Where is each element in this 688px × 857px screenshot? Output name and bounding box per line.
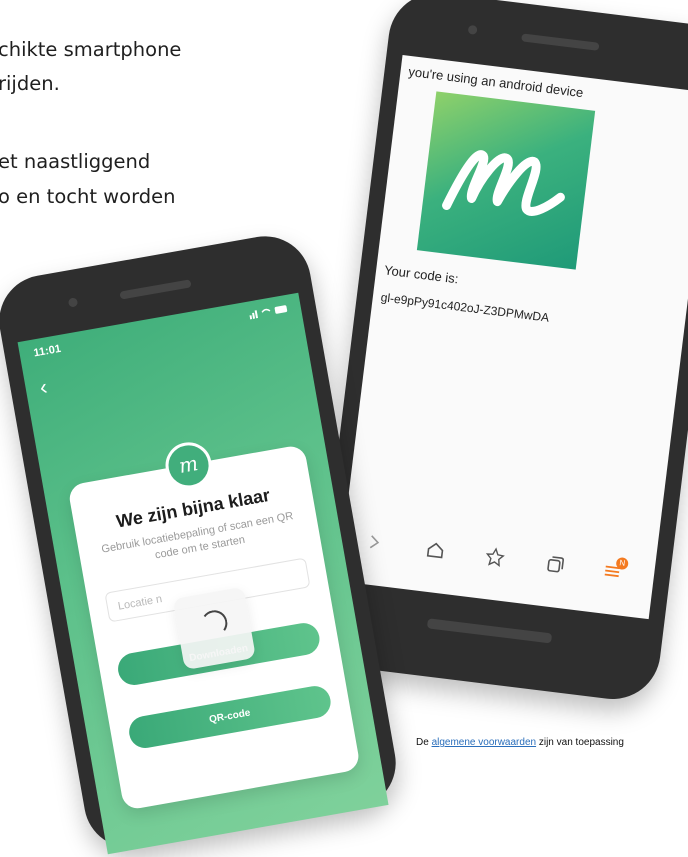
tabs-icon[interactable] [542, 552, 567, 577]
terms-link[interactable]: algemene voorwaarden [432, 737, 537, 748]
home-icon[interactable] [423, 537, 448, 562]
signal-wifi-battery-icon [249, 305, 288, 320]
chevron-right-icon[interactable] [362, 530, 387, 555]
ios-screen: 11:01 ‹ m We zijn bijna klaar Gebruik lo… [17, 292, 389, 855]
start-card: m We zijn bijna klaar Gebruik locatiebep… [67, 438, 361, 811]
browser-nav-bar: N [341, 519, 657, 597]
spinner-icon [199, 608, 230, 639]
intro-line-1: chikte smartphone [0, 38, 182, 61]
qr-code-button[interactable]: QR-code [126, 683, 334, 751]
code-value: gl-e9pPy91c402oJ-Z3DPMwDA [380, 290, 550, 325]
intro-text: chikte smartphone rijden. et naastliggen… [0, 0, 360, 240]
back-chevron-icon[interactable]: ‹ [38, 374, 50, 401]
terms-suffix: zijn van toepassing [536, 737, 624, 748]
m-logo-icon [442, 150, 565, 216]
code-label: Your code is: [383, 262, 460, 287]
m-logo-icon: m [161, 438, 216, 493]
iphone: 11:01 ‹ m We zijn bijna klaar Gebruik lo… [0, 229, 403, 855]
notification-badge: N [615, 556, 629, 571]
android-phone: you're using an android device Your code… [311, 0, 688, 705]
terms-prefix: De [416, 737, 432, 748]
loading-overlay [172, 586, 256, 671]
terms-notice: De algemene voorwaarden zijn van toepass… [416, 737, 624, 748]
intro-line-2: rijden. [0, 72, 60, 95]
status-time: 11:01 [32, 342, 62, 360]
status-icons [248, 303, 290, 323]
intro-line-3: et naastliggend [0, 150, 151, 173]
intro-line-4: o en tocht worden [0, 185, 176, 208]
star-icon[interactable] [483, 545, 508, 570]
app-logo-tile [416, 91, 596, 270]
menu-button[interactable]: N [600, 556, 629, 584]
